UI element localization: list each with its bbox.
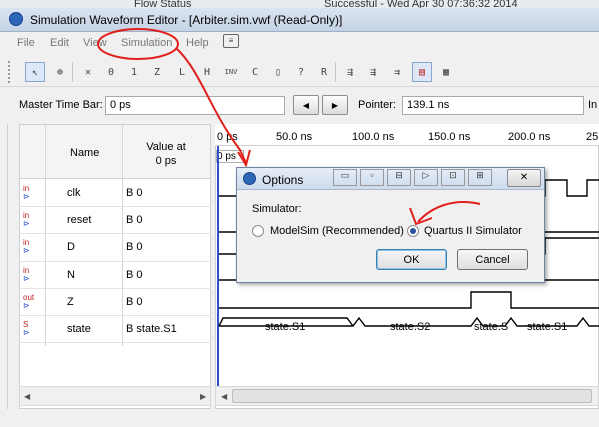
annotation-arrowhead [409,207,433,226]
annotation-arrow-to-dialog [175,47,247,164]
annotation-overlay [97,28,481,226]
annotation-circle-simulation [97,28,179,60]
